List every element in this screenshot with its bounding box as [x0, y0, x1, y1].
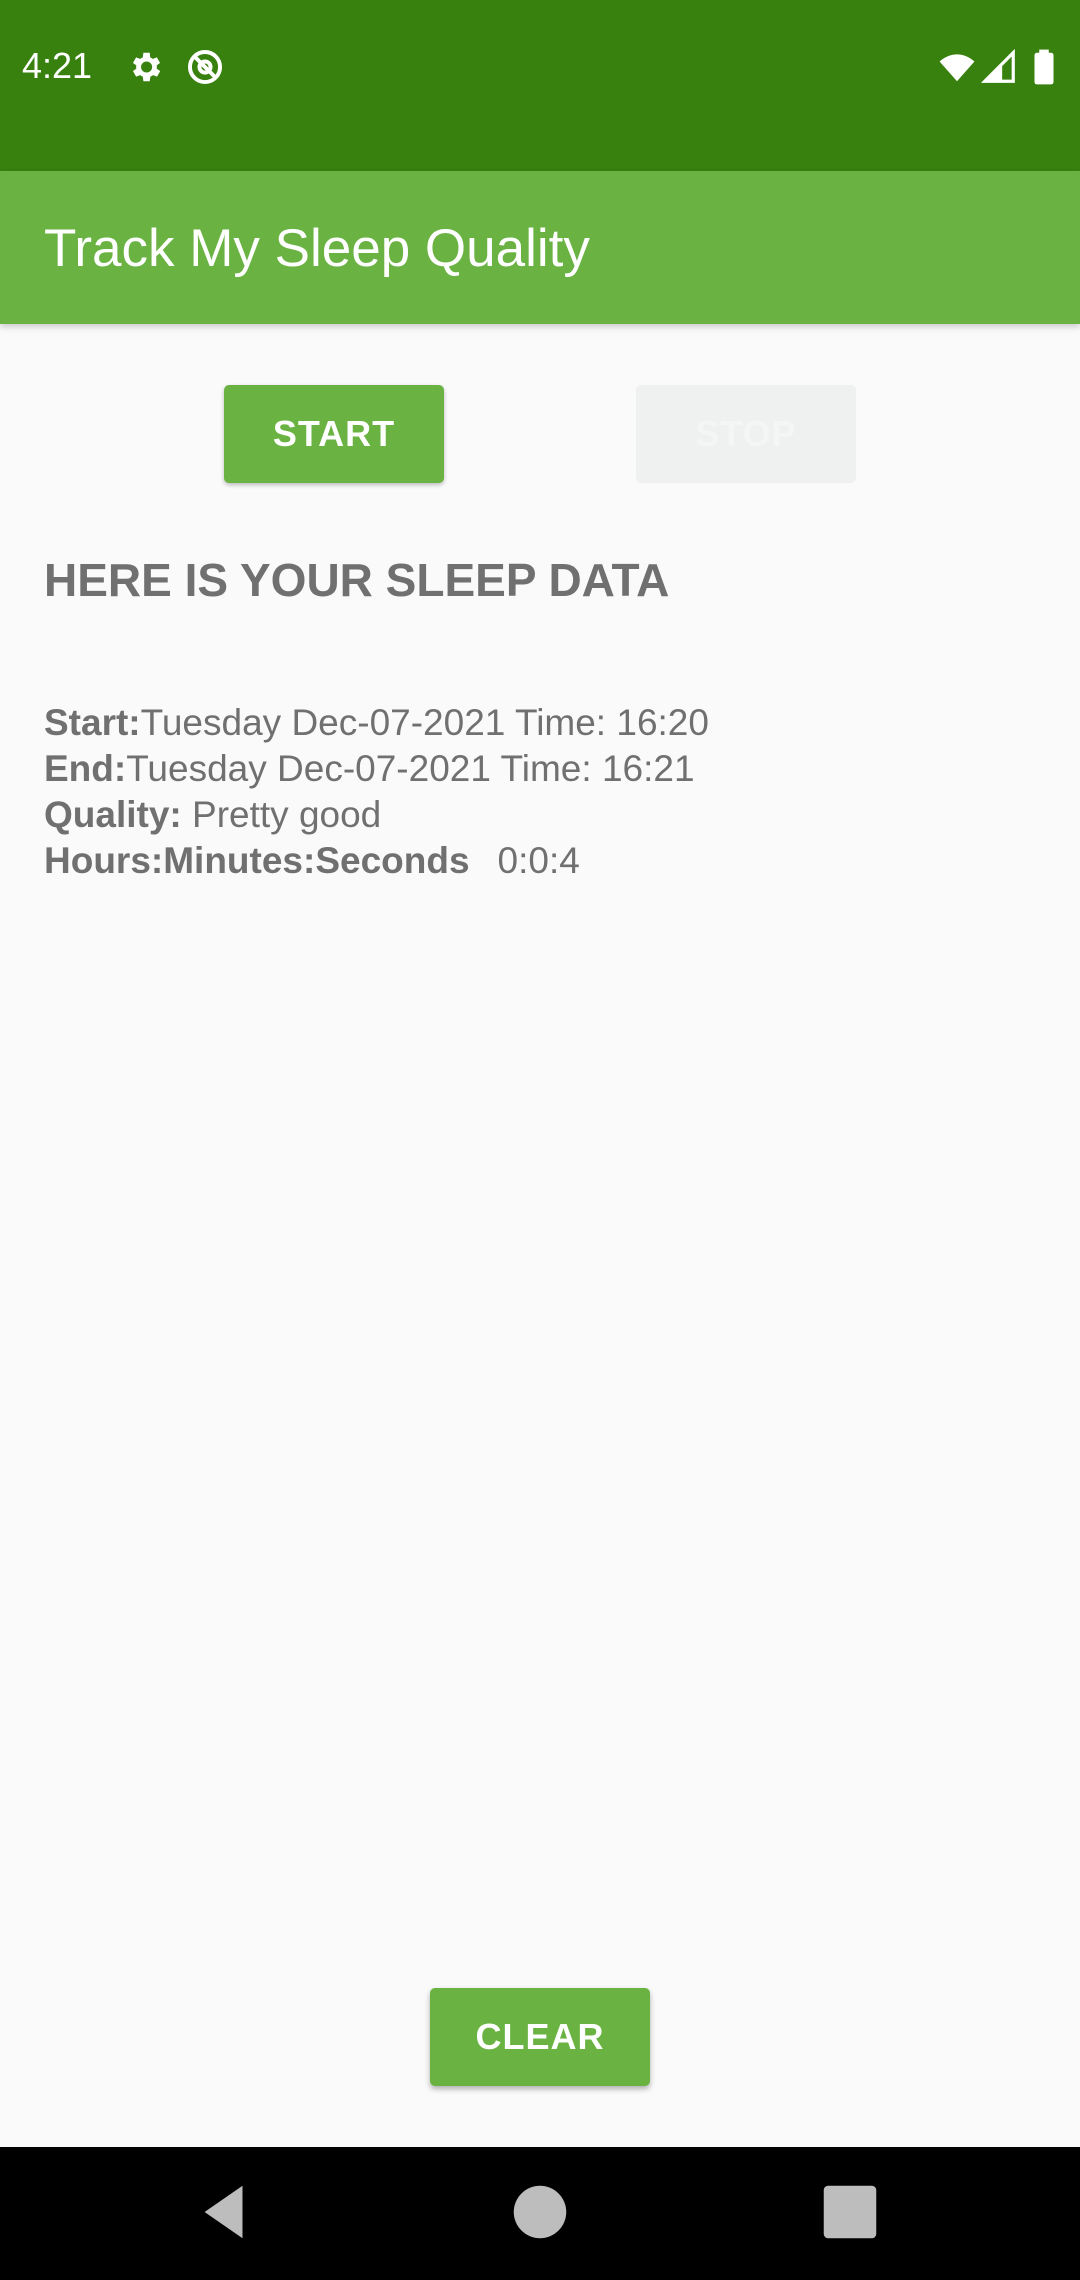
quality-row: Quality: Pretty good — [44, 792, 709, 838]
end-label: End: — [44, 748, 127, 789]
at-sign-icon — [187, 49, 223, 85]
start-label: Start: — [44, 702, 141, 743]
recents-icon[interactable] — [815, 2177, 885, 2247]
start-value: Tuesday Dec-07-2021 Time: 16:20 — [140, 702, 709, 743]
home-icon[interactable] — [505, 2177, 575, 2247]
start-row: Start:Tuesday Dec-07-2021 Time: 16:20 — [44, 700, 709, 746]
duration-value: 0:0:4 — [497, 840, 580, 881]
status-bar: 4:21 — [0, 0, 1080, 171]
back-icon[interactable] — [190, 2177, 260, 2247]
end-value: Tuesday Dec-07-2021 Time: 16:21 — [126, 748, 695, 789]
navigation-bar — [0, 2147, 1080, 2280]
wifi-icon — [939, 54, 975, 82]
clear-button[interactable]: CLEAR — [430, 1988, 650, 2086]
end-row: End:Tuesday Dec-07-2021 Time: 16:21 — [44, 746, 709, 792]
app-bar: Track My Sleep Quality — [0, 171, 1080, 324]
status-time: 4:21 — [22, 45, 93, 86]
sleep-data-heading: HERE IS YOUR SLEEP DATA — [44, 554, 670, 606]
quality-value: Pretty good — [192, 794, 382, 835]
cell-signal-icon — [980, 48, 1015, 83]
quality-label: Quality: — [44, 794, 182, 835]
gear-icon — [132, 52, 161, 82]
duration-row: Hours:Minutes:Seconds 0:0:4 — [44, 838, 709, 884]
stop-button[interactable]: STOP — [636, 385, 856, 483]
sleep-data-details: Start:Tuesday Dec-07-2021 Time: 16:20 En… — [44, 700, 709, 884]
start-button[interactable]: START — [224, 385, 444, 483]
duration-label: Hours:Minutes:Seconds — [44, 840, 470, 881]
app-title: Track My Sleep Quality — [44, 219, 590, 278]
battery-icon — [1034, 49, 1054, 85]
